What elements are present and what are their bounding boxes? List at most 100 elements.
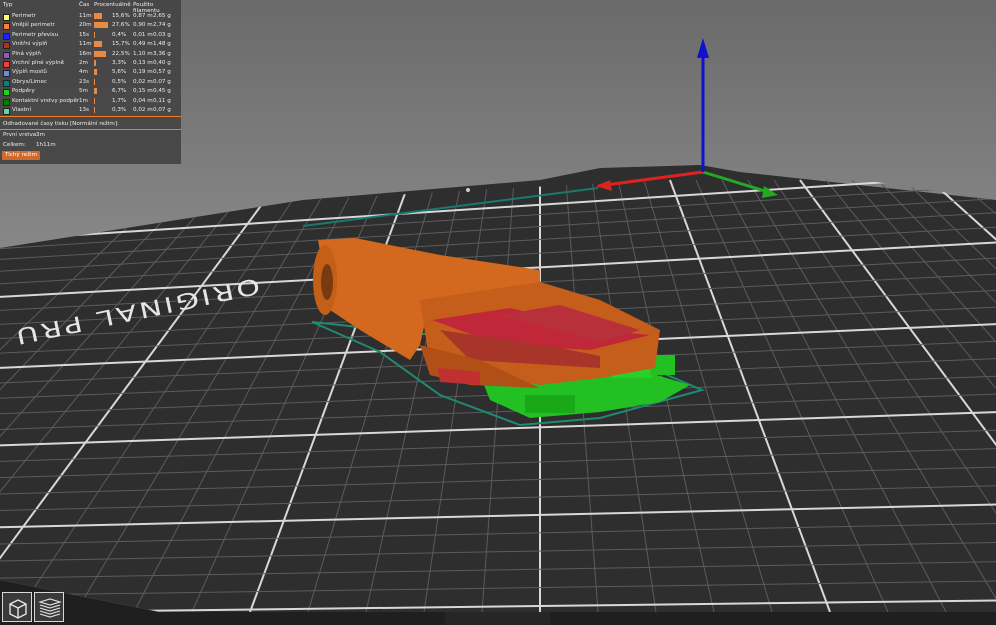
legend-bar [94,88,98,95]
legend-weight: 1,48 g [153,41,171,48]
legend-weight: 0,07 g [153,107,171,113]
legend-swatch [3,42,10,50]
legend-row: Vnitřní výplň 11m 15,7% 0,49 m 1,48 g [0,41,181,50]
legend-time: 15s [79,31,90,38]
legend-header-time: Čas [79,2,90,8]
first-layer-value: 3m [36,132,46,138]
bed-marker [466,188,470,192]
legend-bar [94,31,95,38]
legend-weight: 3,36 g [153,50,171,57]
legend-bar [94,69,97,76]
legend-bar [94,97,95,104]
cube-icon [9,599,27,619]
legend-row: Podpěry 5m 6,7% 0,15 m 0,45 g [0,88,181,97]
legend-weight: 0,11 g [153,97,171,104]
legend-percent: 5,6% [112,69,127,76]
legend-time: 20m [79,22,92,29]
legend-weight: 0,40 g [153,60,171,66]
legend-name: Výplň mostů [12,69,47,76]
legend-panel: Typ Čas Procentuálně Použito filamentu P… [0,0,181,164]
legend-name: Kontaktní vrstvy podpěr [12,97,80,104]
legend-swatch [3,14,10,21]
total-label: Celkem: [3,142,26,148]
first-layer-label: První vrstva: [3,132,39,138]
legend-name: Perimetr převisu [12,31,59,38]
legend-name: Vnější perimetr [12,22,55,29]
legend-row: Vlastní 13s 0,3% 0,02 m 0,07 g [0,107,181,116]
legend-bar [94,78,95,85]
legend-name: Obrys/Limec [12,78,47,85]
legend-row: Kontaktní vrstvy podpěr 1m 1,7% 0,04 m 0,11 … [0,97,181,107]
legend-time: 23s [79,78,90,85]
legend-time: 11m [79,13,92,19]
legend-percent: 0,5% [112,78,127,85]
legend-bar [94,13,103,19]
total-value: 1h11m [36,142,56,148]
legend-length: 0,49 m [133,41,153,48]
legend-time: 2m [79,60,89,66]
legend-bar [94,60,96,66]
legend-length: 1,10 m [133,50,153,57]
legend-length: 0,15 m [133,88,153,95]
legend-percent: 15,7% [112,41,130,48]
legend-name: Vnitřní výplň [12,41,48,48]
legend-weight: 0,07 g [153,78,171,85]
legend-swatch [3,61,10,68]
legend-swatch [3,79,10,87]
legend-name: Plná výplň [12,50,41,57]
legend-header-percent: Procentuálně [94,2,131,8]
legend-separator [0,116,181,117]
legend-length: 0,02 m [133,107,153,113]
legend-length: 0,19 m [133,69,153,76]
legend-weight: 2,65 g [153,13,171,19]
legend-swatch [3,32,10,40]
view-3d-button[interactable] [2,592,32,622]
legend-separator [0,129,181,130]
legend-row: Perimetr převisu 15s 0,4% 0,01 m 0,03 g [0,31,181,41]
legend-time: 13s [79,107,90,113]
legend-bar [94,22,109,29]
legend-row: Obrys/Limec 23s 0,5% 0,02 m 0,07 g [0,78,181,88]
legend-name: Perimetr [12,13,36,19]
legend-time: 4m [79,69,89,76]
legend-percent: 0,4% [112,31,127,38]
legend-percent: 27,6% [112,22,130,29]
legend-length: 0,90 m [133,22,153,29]
legend-length: 0,02 m [133,78,153,85]
legend-bar [94,50,106,57]
legend-weight: 0,45 g [153,88,171,95]
view-preview-button[interactable] [34,592,64,622]
legend-name: Podpěry [12,88,35,95]
legend-row: Vnější perimetr 20m 27,6% 0,90 m 2,74 g [0,22,181,31]
legend-weight: 0,03 g [153,31,171,38]
legend-length: 0,04 m [133,97,153,104]
legend-percent: 6,7% [112,88,127,95]
legend-time: 16m [79,50,92,57]
legend-swatch [3,98,10,106]
legend-time: 5m [79,88,89,95]
legend-row: Plná výplň 16m 22,5% 1,10 m 3,36 g [0,50,181,60]
silent-mode-button[interactable]: Tichý režim [2,151,41,160]
legend-length: 0,87 m [133,13,153,19]
legend-length: 0,01 m [133,31,153,38]
legend-name: Vrchní plné výplně [12,60,65,66]
legend-time: 11m [79,41,92,48]
legend-header-type: Typ [3,2,13,8]
legend-swatch [3,70,10,78]
legend-percent: 3,3% [112,60,127,66]
legend-percent: 22,5% [112,50,130,57]
legend-swatch [3,89,10,97]
legend-percent: 15,6% [112,13,130,19]
legend-row: Perimetr 11m 15,6% 0,87 m 2,65 g [0,13,181,22]
legend-time: 1m [79,97,89,104]
legend-percent: 1,7% [112,97,127,104]
legend-row: Vrchní plné výplně 2m 3,3% 0,13 m 0,40 g [0,60,181,69]
legend-row: Výplň mostů 4m 5,6% 0,19 m 0,57 g [0,69,181,78]
layers-icon [38,598,62,618]
legend-length: 0,13 m [133,60,153,66]
legend-name: Vlastní [12,107,32,113]
legend-percent: 0,3% [112,107,127,113]
legend-bar [94,41,103,48]
legend-weight: 0,57 g [153,69,171,76]
legend-swatch [3,51,10,59]
